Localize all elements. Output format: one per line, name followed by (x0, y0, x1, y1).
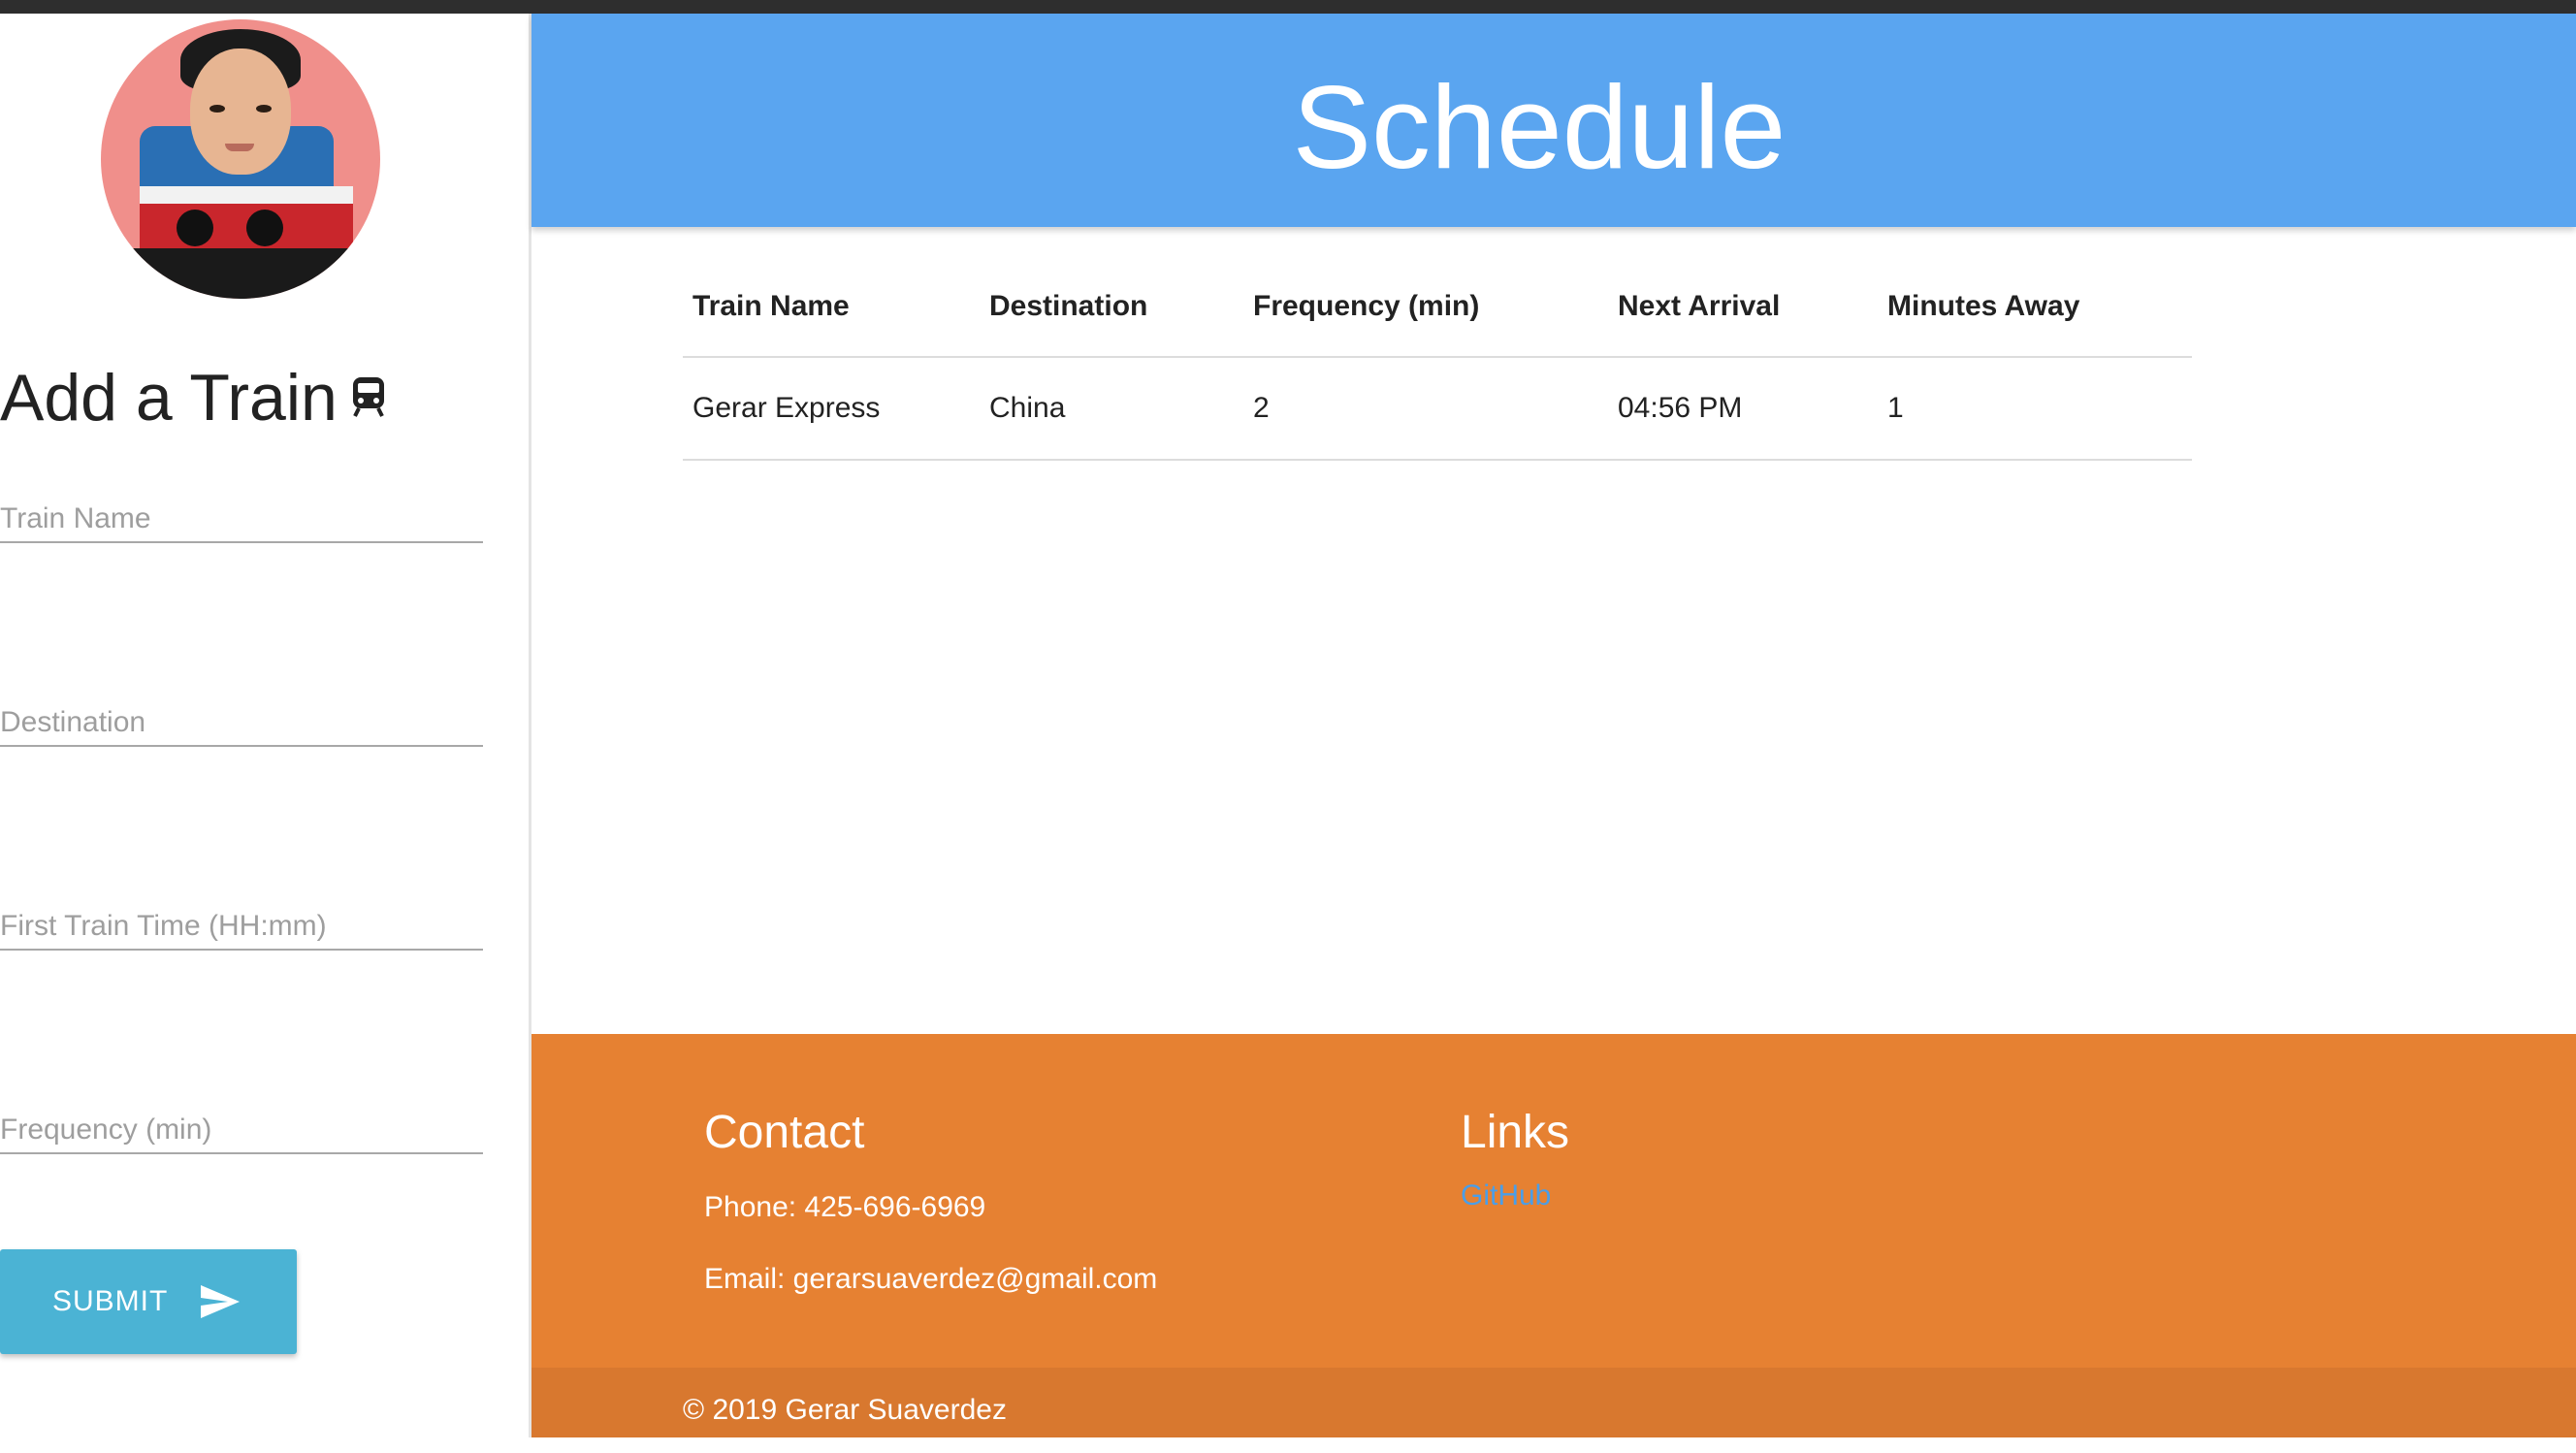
destination-input[interactable] (0, 700, 483, 747)
schedule-header: Schedule (531, 14, 2576, 227)
contact-phone: Phone: 425-696-6969 (704, 1191, 986, 1223)
add-train-heading: Add a Train (0, 365, 386, 431)
browser-top-bar (0, 0, 2576, 14)
page-title: Schedule (1292, 61, 1787, 193)
table-header-row: Train Name Destination Frequency (min) N… (683, 256, 2192, 358)
column-header-train-name: Train Name (683, 256, 980, 358)
train-name-input[interactable] (0, 497, 483, 543)
contact-heading: Contact (704, 1107, 865, 1158)
column-header-frequency: Frequency (min) (1243, 256, 1608, 358)
first-train-time-input[interactable] (0, 904, 483, 951)
table-row: Gerar Express China 2 04:56 PM 1 (683, 357, 2192, 461)
frequency-input[interactable] (0, 1108, 483, 1154)
avatar (101, 19, 380, 299)
add-train-heading-text: Add a Train (0, 361, 338, 435)
column-header-minutes-away: Minutes Away (1878, 256, 2192, 358)
add-train-sidebar: Add a Train SUBMIT (0, 14, 531, 1437)
cell-minutes-away: 1 (1878, 357, 2192, 461)
send-icon (201, 1285, 241, 1318)
copyright-text: © 2019 Gerar Suaverdez (683, 1394, 1007, 1426)
train-name-field (0, 497, 483, 543)
column-header-next-arrival: Next Arrival (1608, 256, 1878, 358)
links-heading: Links (1461, 1107, 1570, 1158)
submit-button-label: SUBMIT (52, 1285, 169, 1317)
cell-next-arrival: 04:56 PM (1608, 357, 1878, 461)
destination-field (0, 700, 483, 747)
contact-email: Email: gerarsuaverdez@gmail.com (704, 1263, 1158, 1295)
cell-train-name: Gerar Express (683, 357, 980, 461)
column-header-destination: Destination (980, 256, 1243, 358)
first-train-time-field (0, 904, 483, 951)
frequency-field (0, 1108, 483, 1154)
cell-destination: China (980, 357, 1243, 461)
github-link[interactable]: GitHub (1461, 1179, 1551, 1212)
submit-button[interactable]: SUBMIT (0, 1249, 297, 1354)
footer: Contact Phone: 425-696-6969 Email: gerar… (531, 1034, 2576, 1368)
train-icon (352, 377, 384, 417)
schedule-table: Train Name Destination Frequency (min) N… (683, 256, 2192, 461)
cell-frequency: 2 (1243, 357, 1608, 461)
copyright-bar: © 2019 Gerar Suaverdez (531, 1368, 2576, 1437)
